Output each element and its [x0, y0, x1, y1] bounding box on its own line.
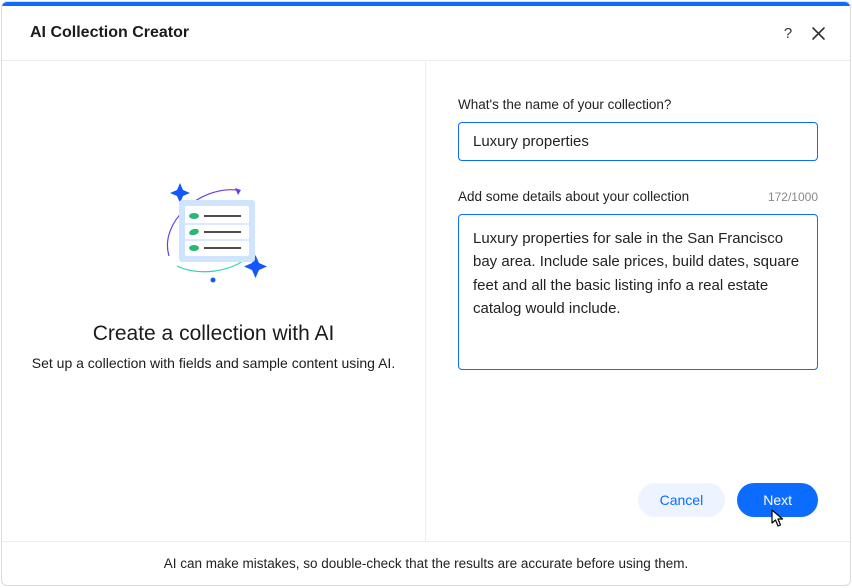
header-actions: ? — [779, 25, 826, 42]
collection-details-label: Add some details about your collection — [458, 189, 689, 204]
right-panel: What's the name of your collection? Add … — [426, 61, 850, 541]
collection-illustration — [149, 168, 279, 298]
modal-content: Create a collection with AI Set up a col… — [2, 61, 850, 541]
modal-footer: AI can make mistakes, so double-check th… — [2, 541, 850, 585]
button-row: Cancel Next — [458, 483, 818, 517]
character-counter: 172/1000 — [768, 190, 818, 204]
help-icon[interactable]: ? — [779, 25, 797, 42]
left-panel: Create a collection with AI Set up a col… — [2, 61, 426, 541]
details-label-row: Add some details about your collection 1… — [458, 189, 818, 204]
left-panel-subtitle: Set up a collection with fields and samp… — [32, 354, 395, 374]
left-panel-title: Create a collection with AI — [93, 322, 335, 346]
modal-header: AI Collection Creator ? — [2, 6, 850, 61]
cancel-button[interactable]: Cancel — [638, 483, 726, 517]
collection-name-label: What's the name of your collection? — [458, 97, 818, 112]
ai-collection-creator-modal: AI Collection Creator ? — [1, 1, 851, 586]
close-icon[interactable] — [811, 26, 826, 41]
next-button[interactable]: Next — [737, 483, 818, 517]
collection-details-textarea[interactable] — [458, 214, 818, 370]
disclaimer-text: AI can make mistakes, so double-check th… — [164, 556, 689, 571]
modal-title: AI Collection Creator — [30, 24, 189, 42]
collection-name-input[interactable] — [458, 122, 818, 161]
